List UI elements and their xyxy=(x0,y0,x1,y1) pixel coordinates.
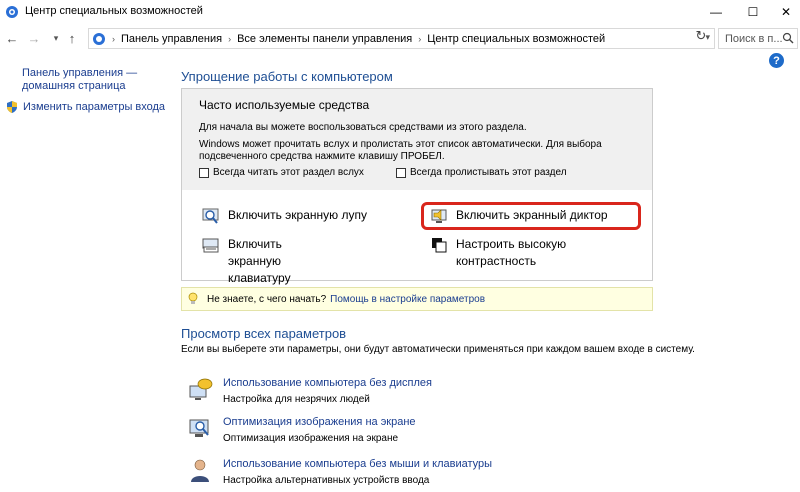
back-button[interactable]: ← xyxy=(4,29,20,47)
minimize-icon: — xyxy=(710,5,722,19)
common-tools-hint: Windows может прочитать вслух и пролиста… xyxy=(199,139,602,162)
search-input[interactable]: Поиск в п... xyxy=(718,28,798,49)
setup-help-link[interactable]: Помощь в настройке параметров xyxy=(330,294,485,305)
checkbox-box[interactable] xyxy=(396,167,406,178)
close-button[interactable]: ✕ xyxy=(766,0,800,24)
forward-button[interactable]: → xyxy=(26,29,42,47)
breadcrumb-all-items[interactable]: Все элементы панели управления xyxy=(237,33,412,45)
breadcrumb-separator-icon: › xyxy=(228,33,232,44)
set-up-high-contrast-link[interactable]: Настроить высокую контрастность xyxy=(430,236,596,270)
all-settings-description: Если вы выберете эти параметры, они буду… xyxy=(181,344,695,355)
lightbulb-icon xyxy=(188,292,198,304)
use-without-mouse-keyboard-link[interactable]: Использование компьютера без мыши и клав… xyxy=(223,458,492,470)
change-signin-settings-label: Изменить параметры входа xyxy=(23,101,166,113)
narrator-highlight-frame xyxy=(421,202,641,230)
use-without-mouse-keyboard-desc: Настройка альтернативных устройств ввода xyxy=(223,475,430,486)
chevron-down-icon: ▾ xyxy=(53,32,59,43)
breadcrumb-separator-icon: › xyxy=(418,33,422,44)
address-row: ← → ▾ ↑ › Панель управления › Все элемен… xyxy=(0,26,800,50)
optimize-visual-display-desc: Оптимизация изображения на экране xyxy=(223,433,399,444)
refresh-icon: ↻ xyxy=(695,28,707,43)
breadcrumb-ease-of-access[interactable]: Центр специальных возможностей xyxy=(427,33,605,45)
uac-shield-icon xyxy=(7,101,17,113)
address-bar[interactable]: › Панель управления › Все элементы панел… xyxy=(88,28,715,49)
help-icon: ? xyxy=(773,54,780,67)
magnifier-icon xyxy=(202,208,219,224)
start-magnifier-label: Включить экранную лупу xyxy=(228,208,367,222)
ease-of-access-icon xyxy=(6,6,18,18)
section-heading-quick-access: Упрощение работы с компьютером xyxy=(181,69,393,84)
checkbox-box[interactable] xyxy=(199,167,209,178)
use-without-display-desc: Настройка для незрячих людей xyxy=(223,394,370,405)
list-item: Использование компьютера без мыши и клав… xyxy=(188,458,748,492)
start-on-screen-keyboard-label: Включить экранную клавиатуру xyxy=(228,237,291,285)
common-tools-intro: Для начала вы можете воспользоваться сре… xyxy=(199,122,527,133)
high-contrast-icon xyxy=(432,238,447,253)
common-tools-title: Часто используемые средства xyxy=(199,98,370,112)
use-without-display-link[interactable]: Использование компьютера без дисплея xyxy=(223,377,432,389)
quick-access-header: Часто используемые средства Для начала в… xyxy=(182,89,652,190)
breadcrumb-control-panel[interactable]: Панель управления xyxy=(121,33,222,45)
breadcrumb-separator-icon: › xyxy=(112,33,115,44)
search-icon xyxy=(782,32,794,44)
keyboard-icon xyxy=(202,238,219,253)
always-scan-checkbox[interactable]: Всегда пролистывать этот раздел xyxy=(396,167,567,178)
tip-bar: Не знаете, с чего начать? Помощь в настр… xyxy=(181,287,653,311)
refresh-button[interactable]: ↻ xyxy=(693,28,709,44)
start-magnifier-link[interactable]: Включить экранную лупу xyxy=(202,207,367,225)
tip-text: Не знаете, с чего начать? xyxy=(207,293,327,305)
minimize-button[interactable]: — xyxy=(696,0,736,24)
arrow-up-icon: ↑ xyxy=(68,30,76,46)
always-scan-label: Всегда пролистывать этот раздел xyxy=(410,167,567,178)
help-button[interactable]: ? xyxy=(769,53,784,68)
always-read-label: Всегда читать этот раздел вслух xyxy=(213,167,364,178)
optimize-visual-display-link[interactable]: Оптимизация изображения на экране xyxy=(223,416,416,428)
user-input-device-icon xyxy=(191,459,209,482)
title-bar: Центр специальных возможностей — ☐ ✕ xyxy=(0,0,800,24)
arrow-right-icon: → xyxy=(27,30,41,46)
window-title: Центр специальных возможностей xyxy=(25,5,203,17)
speech-display-icon xyxy=(189,378,213,400)
list-item: Использование компьютера без дисплея Нас… xyxy=(188,377,748,411)
monitor-magnifier-icon xyxy=(189,419,209,437)
section-heading-all-settings: Просмотр всех параметров xyxy=(181,326,347,341)
recent-locations-button[interactable]: ▾ xyxy=(48,29,64,47)
control-panel-home-link[interactable]: Панель управления — домашняя страница xyxy=(22,67,152,93)
close-icon: ✕ xyxy=(780,5,792,19)
start-on-screen-keyboard-link[interactable]: Включить экранную клавиатуру xyxy=(202,236,338,287)
list-item: Оптимизация изображения на экране Оптими… xyxy=(188,416,748,450)
set-up-high-contrast-label: Настроить высокую контрастность xyxy=(456,237,567,268)
always-read-checkbox[interactable]: Всегда читать этот раздел вслух xyxy=(199,167,364,178)
maximize-icon: ☐ xyxy=(747,5,759,19)
control-panel-icon xyxy=(93,32,105,45)
change-signin-settings-link[interactable]: Изменить параметры входа xyxy=(5,100,165,114)
up-button[interactable]: ↑ xyxy=(64,29,80,47)
search-placeholder: Поиск в п... xyxy=(725,32,783,45)
arrow-left-icon: ← xyxy=(5,30,19,46)
